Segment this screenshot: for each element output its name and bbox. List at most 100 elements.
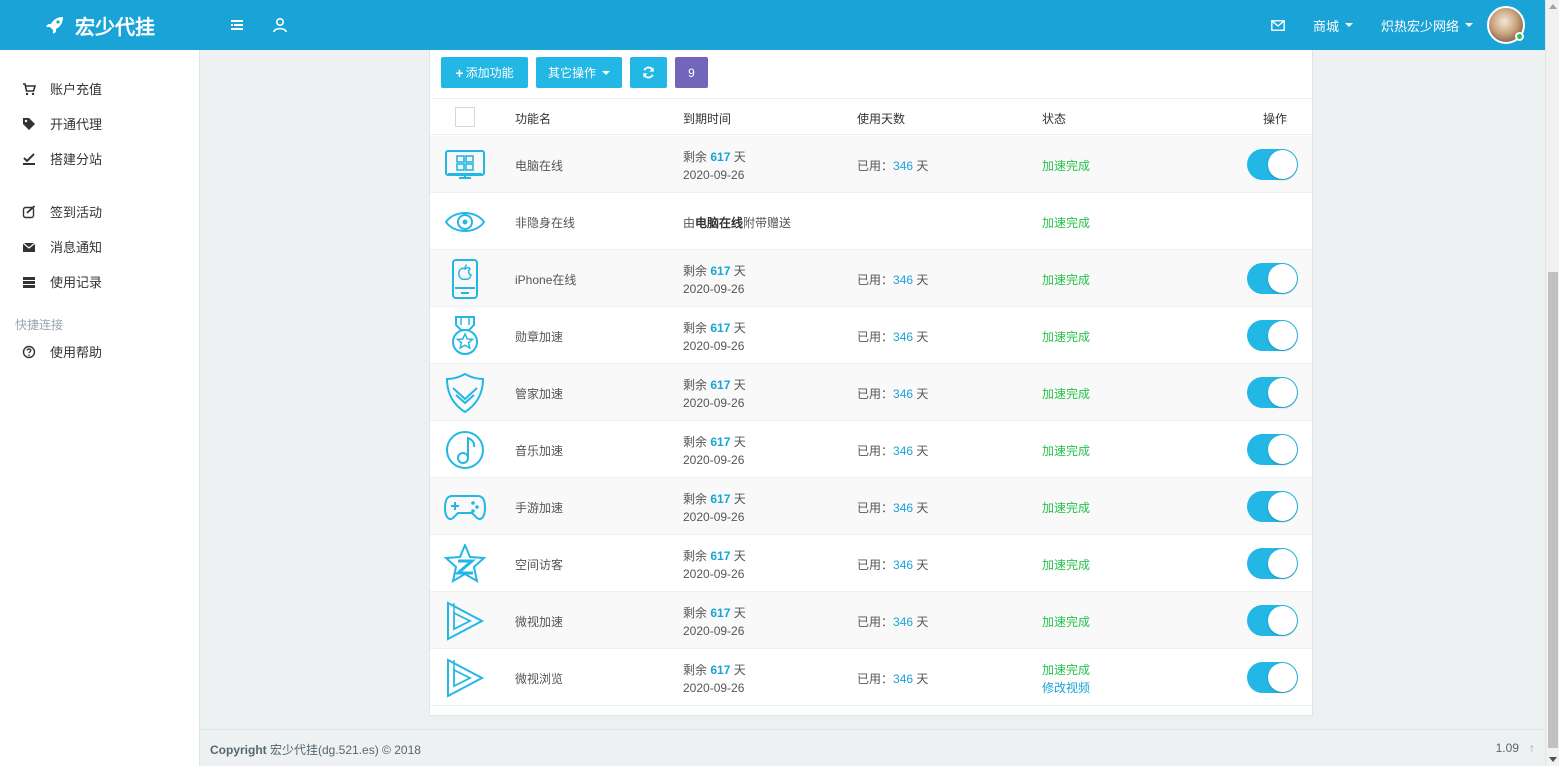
status-text: 加速完成 — [1042, 273, 1091, 287]
enable-toggle[interactable] — [1247, 605, 1298, 636]
used-prefix: 已用： — [857, 273, 894, 287]
caret-down-icon — [602, 70, 610, 75]
enable-toggle[interactable] — [1247, 434, 1298, 465]
sidebar-item-substation[interactable]: 搭建分站 — [22, 149, 102, 168]
enable-toggle[interactable] — [1247, 320, 1298, 351]
play-icon — [447, 601, 485, 641]
online-status-dot — [1515, 32, 1524, 41]
sidebar-item-records[interactable]: 使用记录 — [22, 272, 102, 291]
days-unit: 天 — [733, 264, 746, 278]
used-prefix: 已用： — [857, 387, 894, 401]
enable-toggle[interactable] — [1247, 149, 1298, 180]
check-icon — [23, 152, 35, 165]
scrollbar-thumb[interactable] — [1548, 272, 1558, 748]
toggle-knob — [1268, 435, 1297, 464]
toggle-knob — [1268, 492, 1297, 521]
sidebar-item-label: 签到活动 — [50, 205, 103, 220]
expire-date: 2020-09-26 — [683, 396, 745, 410]
gamepad-icon — [444, 495, 486, 520]
caret-down-icon — [1465, 23, 1473, 27]
enable-toggle[interactable] — [1247, 491, 1298, 522]
user-dropdown[interactable]: 炽热宏少网络 — [1381, 6, 1525, 44]
used-prefix: 已用： — [857, 444, 894, 458]
expire-date: 2020-09-26 — [683, 510, 745, 524]
toggle-knob — [1268, 264, 1297, 293]
used-days: 已用：346 天 — [857, 442, 928, 459]
days-unit: 天 — [916, 273, 929, 287]
eye-icon — [444, 212, 486, 232]
add-feature-button[interactable]: + 添加功能 — [441, 57, 528, 88]
days-unit: 天 — [916, 159, 929, 173]
enable-toggle[interactable] — [1247, 662, 1298, 693]
column-header-expire: 到期时间 — [683, 112, 732, 126]
used-prefix: 已用： — [857, 615, 894, 629]
table-header: 功能名 到期时间 使用天数 状态 操作 — [430, 98, 1312, 135]
used-prefix: 已用： — [857, 672, 894, 686]
enable-toggle[interactable] — [1247, 548, 1298, 579]
used-value: 346 — [893, 159, 914, 173]
caret-down-icon — [1344, 23, 1353, 27]
sidebar-item-messages[interactable]: 消息通知 — [22, 237, 102, 256]
sidebar-item-agent[interactable]: 开通代理 — [22, 114, 102, 133]
top-navbar: 宏少代挂 商城 炽热宏少网络 — [0, 0, 1545, 50]
expire-cell: 剩余 617 天 2020-09-26 — [683, 604, 746, 640]
refresh-button[interactable] — [630, 57, 667, 88]
copyright: Copyright 宏少代挂(dg.521.es) © 2018 — [210, 743, 421, 757]
table-row: 微视浏览 剩余 617 天 2020-09-26 已用：346 天 加速完成 修改视频 — [430, 649, 1312, 706]
other-actions-dropdown[interactable]: 其它操作 — [536, 57, 622, 88]
brand-title: 宏少代挂 — [75, 16, 155, 39]
sidebar-item-help[interactable]: 使用帮助 — [22, 342, 102, 361]
remaining-value: 617 — [710, 663, 731, 677]
scroll-up-arrow[interactable] — [1549, 4, 1557, 9]
music-icon — [446, 431, 484, 469]
sidebar-item-recharge[interactable]: 账户充值 — [22, 79, 102, 98]
enable-toggle[interactable] — [1247, 263, 1298, 294]
select-all-checkbox[interactable] — [455, 107, 475, 127]
sidebar-item-label: 搭建分站 — [50, 152, 103, 167]
toggle-knob — [1268, 378, 1297, 407]
mail-button[interactable] — [1271, 19, 1285, 31]
page-scrollbar[interactable] — [1545, 0, 1559, 766]
gift-source: 电脑在线 — [695, 216, 744, 230]
column-header-status: 状态 — [1042, 112, 1067, 126]
feature-name: 非隐身在线 — [515, 216, 576, 230]
remaining-value: 617 — [710, 549, 731, 563]
mall-label: 商城 — [1312, 18, 1339, 34]
used-days: 已用：346 天 — [857, 670, 928, 687]
status-text: 加速完成 — [1042, 501, 1091, 515]
remaining-days: 剩余 617 天 — [683, 376, 746, 394]
user-name: 炽热宏少网络 — [1380, 18, 1459, 34]
days-unit: 天 — [733, 549, 746, 563]
avatar[interactable] — [1487, 6, 1525, 44]
sidebar-item-checkin[interactable]: 签到活动 — [22, 202, 102, 221]
cart-icon — [23, 82, 36, 95]
envelope-icon — [22, 242, 36, 252]
count-badge[interactable]: 9 — [675, 57, 708, 88]
list-toggle-icon[interactable] — [229, 17, 245, 33]
toggle-knob — [1268, 549, 1297, 578]
remaining-prefix: 剩余 — [683, 321, 708, 335]
used-prefix: 已用： — [857, 159, 894, 173]
brand[interactable]: 宏少代挂 — [0, 0, 200, 50]
user-icon[interactable] — [272, 17, 288, 33]
status-text: 加速完成 — [1042, 444, 1091, 458]
used-value: 346 — [893, 444, 914, 458]
shield-icon — [445, 373, 485, 413]
back-to-top-button[interactable]: ↑ — [1529, 741, 1535, 755]
table-row: 手游加速 剩余 617 天 2020-09-26 已用：346 天加速完成 — [430, 478, 1312, 535]
expire-cell: 剩余 617 天 2020-09-26 — [683, 148, 746, 184]
toggle-knob — [1268, 150, 1297, 179]
mall-dropdown[interactable]: 商城 — [1313, 16, 1353, 35]
toggle-knob — [1268, 663, 1297, 692]
remaining-value: 617 — [710, 321, 731, 335]
remaining-value: 617 — [710, 150, 731, 164]
remaining-prefix: 剩余 — [683, 378, 708, 392]
remaining-value: 617 — [710, 264, 731, 278]
remaining-value: 617 — [710, 378, 731, 392]
enable-toggle[interactable] — [1247, 377, 1298, 408]
scroll-down-arrow[interactable] — [1549, 757, 1557, 762]
remaining-days: 剩余 617 天 — [683, 433, 746, 451]
remaining-value: 617 — [710, 492, 731, 506]
edit-video-link[interactable]: 修改视频 — [1042, 679, 1090, 697]
used-days: 已用：346 天 — [857, 385, 928, 402]
